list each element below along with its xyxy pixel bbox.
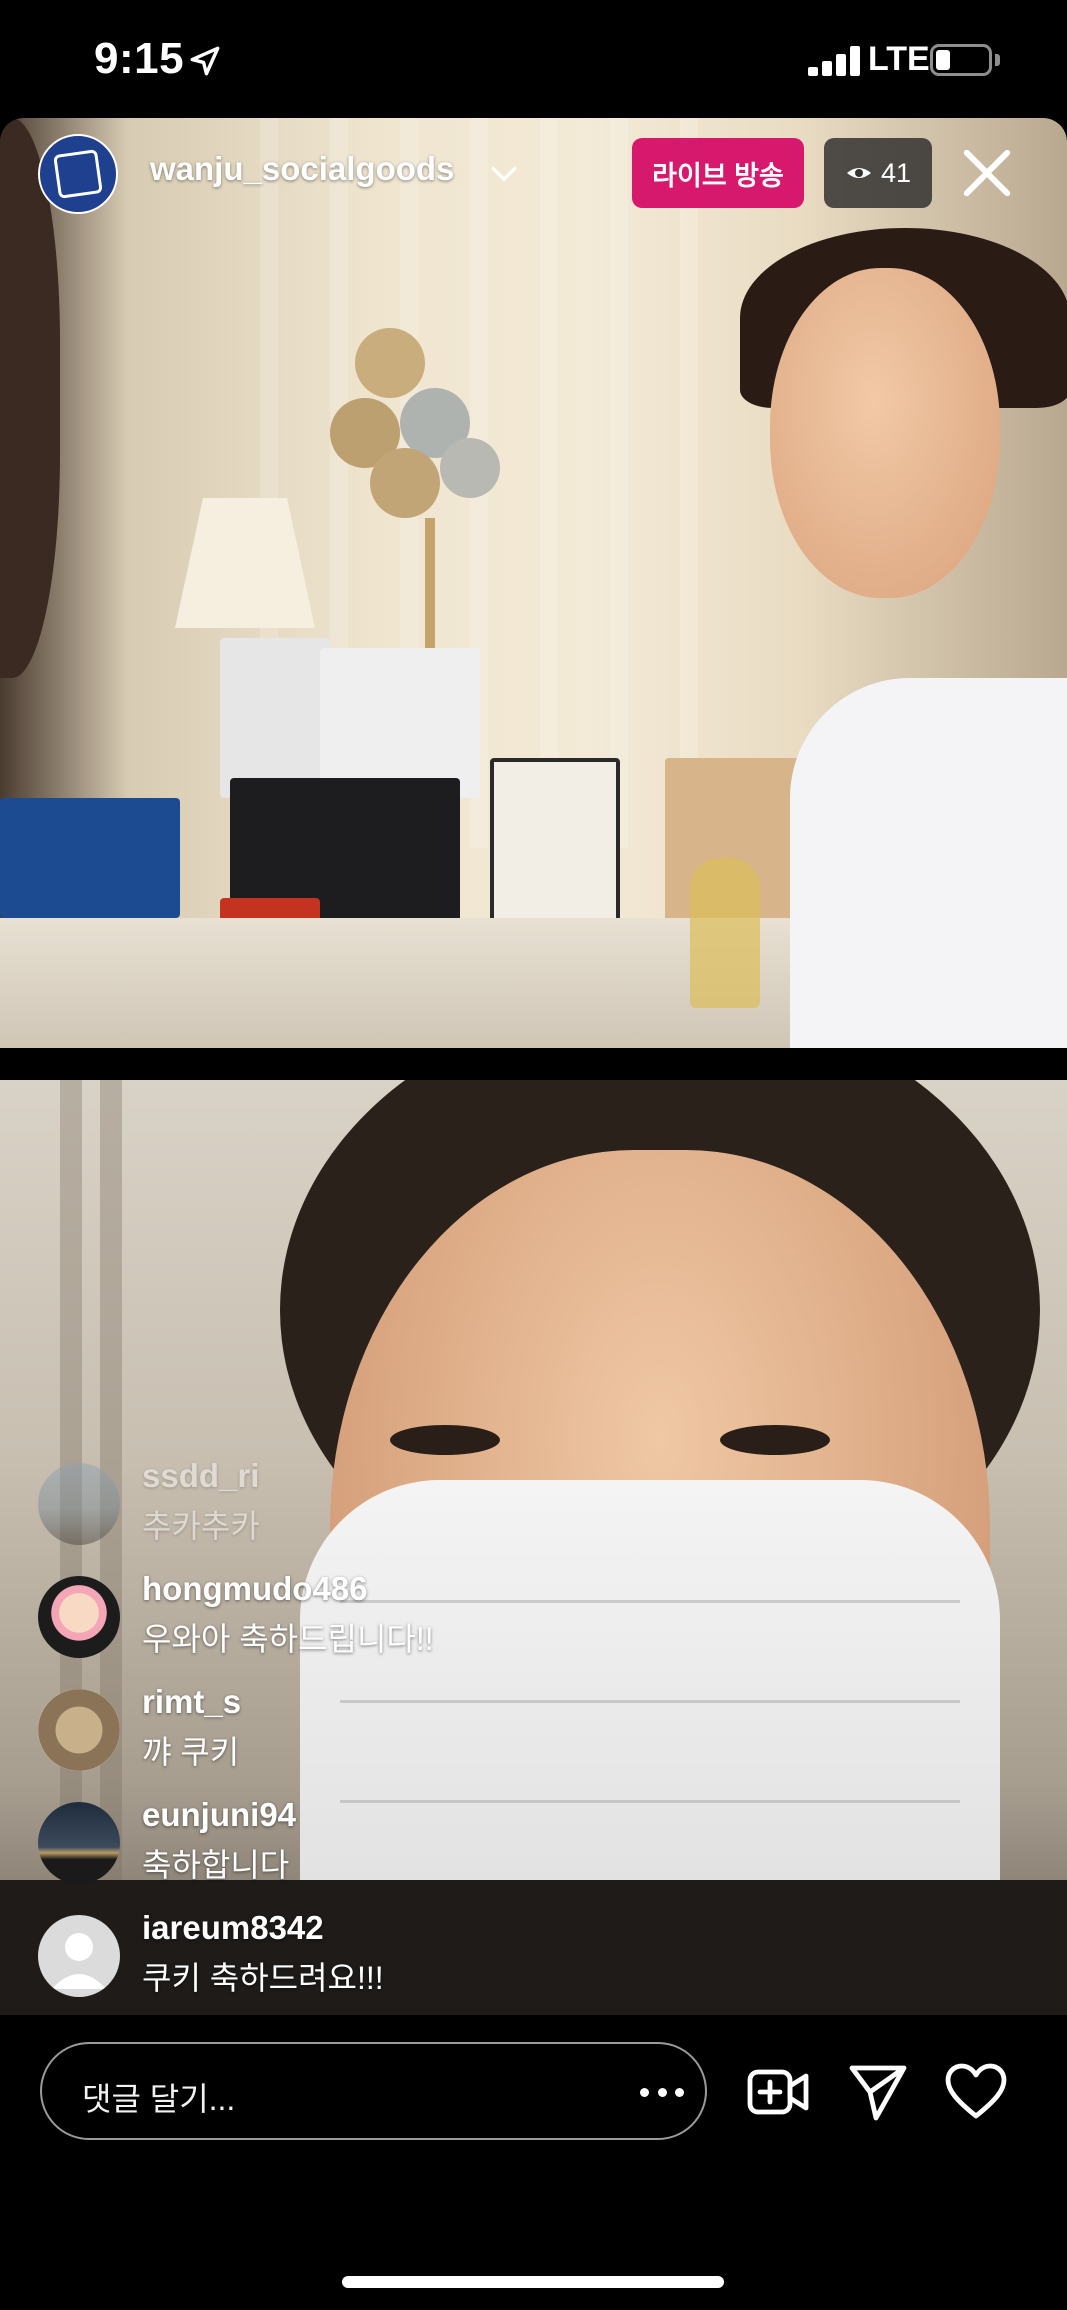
- comment-input[interactable]: 댓글 달기...: [40, 2042, 707, 2140]
- comment-text: 축하합니다: [142, 1847, 290, 1883]
- comment-text: 우와아 축하드립니다!!: [142, 1621, 434, 1657]
- comment-item[interactable]: iareum8342 쿠키 축하드려요!!!: [38, 1907, 738, 2020]
- default-avatar-icon: [52, 1933, 106, 1989]
- comment-username[interactable]: rimt_s: [142, 1683, 241, 1721]
- comment-username[interactable]: hongmudo486: [142, 1570, 368, 1608]
- add-video-icon[interactable]: [746, 2060, 810, 2124]
- comment-username[interactable]: ssdd_ri: [142, 1457, 259, 1495]
- live-header: wanju_socialgoods 라이브 방송 41: [0, 118, 1067, 228]
- comment-placeholder: 댓글 달기...: [82, 2081, 236, 2117]
- status-bar: 9:15 LTE: [0, 0, 1067, 118]
- viewer-count-badge[interactable]: 41: [824, 138, 932, 208]
- comments-list: ssdd_ri 추카추카 hongmudo486 우와아 축하드립니다!! ri…: [38, 1455, 738, 2020]
- comment-avatar[interactable]: [38, 1802, 120, 1884]
- comment-item[interactable]: rimt_s 꺄 쿠키: [38, 1681, 738, 1794]
- host-video[interactable]: [0, 118, 1067, 1048]
- logo-icon: [53, 149, 103, 199]
- comment-avatar[interactable]: [38, 1689, 120, 1771]
- viewer-count: 41: [880, 157, 912, 188]
- comment-avatar[interactable]: [38, 1576, 120, 1658]
- battery-cap: [995, 54, 1000, 66]
- comment-item[interactable]: hongmudo486 우와아 축하드립니다!!: [38, 1568, 738, 1681]
- comment-text: 추카추카: [142, 1508, 260, 1544]
- close-icon[interactable]: [960, 146, 1014, 200]
- location-arrow-icon: [190, 46, 220, 76]
- comment-text: 쿠키 축하드려요!!!: [142, 1960, 384, 1996]
- heart-icon[interactable]: [944, 2060, 1008, 2124]
- home-indicator[interactable]: [342, 2276, 724, 2288]
- send-icon[interactable]: [846, 2060, 910, 2124]
- comment-item[interactable]: ssdd_ri 추카추카: [38, 1455, 738, 1568]
- comment-avatar[interactable]: [38, 1463, 120, 1545]
- live-badge: 라이브 방송: [632, 138, 804, 208]
- comment-text: 꺄 쿠키: [142, 1734, 240, 1770]
- account-avatar[interactable]: [38, 134, 118, 214]
- eye-icon: [846, 168, 871, 178]
- battery-icon: [930, 44, 992, 76]
- status-time: 9:15: [94, 34, 185, 83]
- comment-avatar[interactable]: [38, 1915, 120, 1997]
- comment-username[interactable]: iareum8342: [142, 1909, 324, 1947]
- network-label: LTE: [868, 40, 930, 78]
- chevron-down-icon[interactable]: [488, 158, 520, 190]
- signal-icon: [808, 46, 860, 76]
- comment-item[interactable]: eunjuni94 축하합니다: [38, 1794, 738, 1907]
- comment-username[interactable]: eunjuni94: [142, 1796, 296, 1834]
- account-username[interactable]: wanju_socialgoods: [150, 150, 454, 188]
- more-icon[interactable]: [640, 2088, 684, 2098]
